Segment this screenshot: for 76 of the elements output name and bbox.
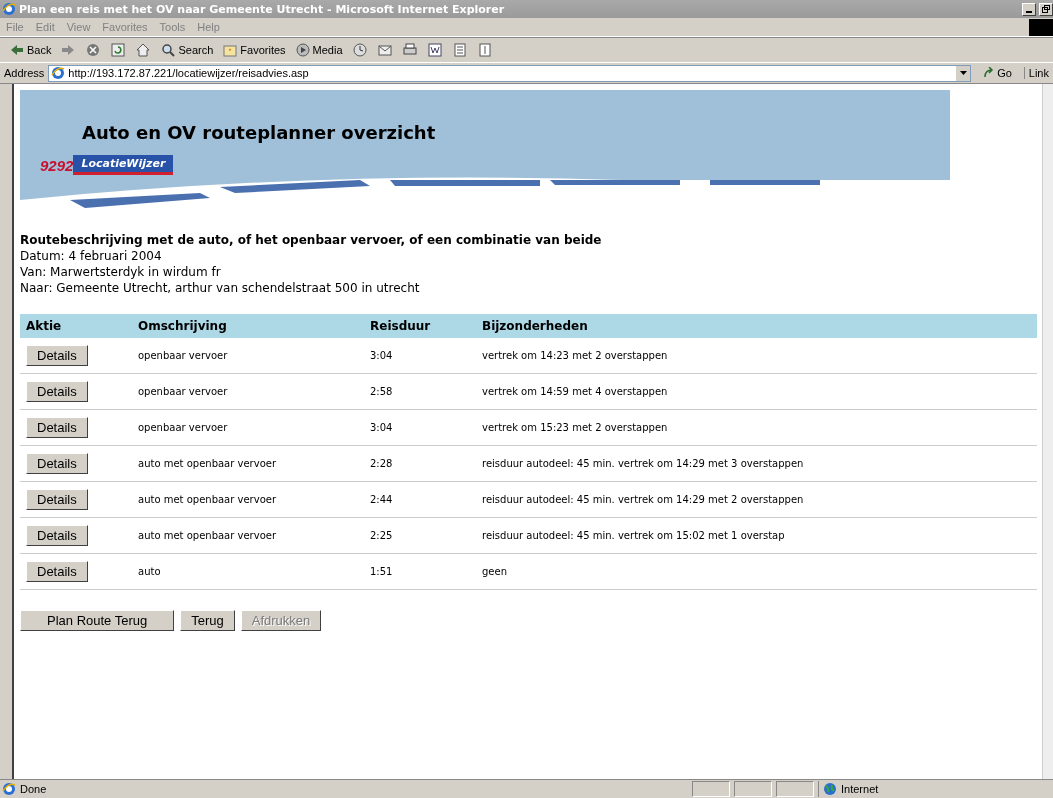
column-header: Reisduur: [364, 314, 476, 338]
status-text: Done: [20, 783, 48, 795]
page-heading: Auto en OV routeplanner overzicht: [82, 122, 436, 143]
clock-icon: [351, 42, 368, 58]
details-button[interactable]: Details: [26, 489, 88, 510]
table-cell: vertrek om 14:59 met 4 overstappen: [482, 386, 668, 397]
document-icon: [426, 42, 443, 58]
table-cell: openbaar vervoer: [138, 386, 228, 397]
table-cell: geen: [482, 566, 507, 577]
restore-button[interactable]: [1039, 2, 1053, 16]
media-icon: [294, 42, 311, 58]
home-icon: [135, 42, 152, 58]
page-icon: [51, 66, 66, 80]
go-button[interactable]: Go: [975, 67, 1020, 79]
summary-line: Naar: Gemeente Utrecht, arthur van schendelstraat 500 in utrecht: [20, 280, 421, 296]
links-button[interactable]: Link: [1023, 67, 1053, 79]
refresh-icon: [110, 42, 127, 58]
star-folder-icon: [222, 42, 239, 58]
stop-icon: [85, 42, 102, 58]
search-icon: [160, 42, 177, 58]
minimize-button[interactable]: [1022, 2, 1036, 16]
table-cell: 2:58: [370, 386, 393, 397]
caret-icon: [959, 71, 967, 75]
table-cell: auto: [138, 566, 161, 577]
page-icon: [2, 782, 16, 796]
address-label: Address: [4, 67, 45, 79]
details-button[interactable]: Details: [26, 345, 88, 366]
toolbar-button[interactable]: Back: [6, 42, 55, 58]
toolbar-button[interactable]: Media: [291, 42, 346, 58]
table-cell: openbaar vervoer: [138, 422, 228, 433]
table-cell: auto met openbaar vervoer: [138, 530, 276, 541]
table-cell: reisduur autodeel: 45 min. vertrek om 14:29 met 2 overstappen: [482, 494, 804, 505]
summary-title: Routebeschrijving met de auto, of het openbaar vervoer, of een combinatie van beide: [20, 232, 603, 248]
column-header: Bijzonderheden: [476, 314, 1037, 338]
table-cell: 2:28: [370, 458, 393, 469]
windows-logo-icon: [1029, 18, 1053, 36]
form-button[interactable]: Plan Route Terug: [20, 610, 175, 631]
window-title: Plan een reis met het OV naar Gemeente Utrecht - Microsoft Internet Explorer: [19, 2, 506, 16]
page-icon: [451, 42, 468, 58]
table-cell: reisduur autodeel: 45 min. vertrek om 14:29 met 3 overstappen: [482, 458, 804, 469]
column-header: Omschrijving: [132, 314, 364, 338]
table-cell: 2:44: [370, 494, 393, 505]
table-cell: 1:51: [370, 566, 393, 577]
table-cell: vertrek om 15:23 met 2 overstappen: [482, 422, 668, 433]
toolbar-button[interactable]: Search: [157, 42, 217, 58]
logo: 9292 LocatieWijzer: [40, 154, 174, 176]
toolbar-button[interactable]: Favorites: [219, 42, 289, 58]
table-cell: openbaar vervoer: [138, 350, 228, 361]
table-cell: auto met openbaar vervoer: [138, 494, 276, 505]
go-arrow-icon: [983, 67, 996, 79]
ie-icon: [2, 2, 16, 16]
bracket-icon: [476, 42, 493, 58]
scrollbar[interactable]: [1042, 84, 1053, 779]
left-arrow-icon: [9, 42, 25, 58]
table-cell: auto met openbaar vervoer: [138, 458, 276, 469]
table-cell: 2:25: [370, 530, 393, 541]
envelope-icon: [376, 42, 393, 58]
dropdown-button[interactable]: [956, 65, 971, 81]
form-button[interactable]: Terug: [180, 610, 235, 631]
summary-line: Van: Marwertsterdyk in wirdum fr: [20, 264, 222, 280]
column-header: Aktie: [20, 314, 132, 338]
details-button[interactable]: Details: [26, 417, 88, 438]
table-cell: vertrek om 14:23 met 2 overstappen: [482, 350, 668, 361]
table-cell: reisduur autodeel: 45 min. vertrek om 15:02 met 1 overstap: [482, 530, 785, 541]
zone-label: Internet: [841, 783, 880, 795]
printer-icon: [401, 42, 418, 58]
details-button[interactable]: Details: [26, 525, 88, 546]
address-field[interactable]: http://193.172.87.221/locatiewijzer/reisadvies.asp: [48, 64, 972, 82]
details-button[interactable]: Details: [26, 453, 88, 474]
summary-line: Datum: 4 februari 2004: [20, 248, 163, 264]
table-cell: 3:04: [370, 422, 393, 433]
details-button[interactable]: Details: [26, 561, 88, 582]
restore-icon: [1042, 5, 1050, 13]
globe-icon: [823, 782, 837, 796]
details-button[interactable]: Details: [26, 381, 88, 402]
table-cell: 3:04: [370, 350, 393, 361]
